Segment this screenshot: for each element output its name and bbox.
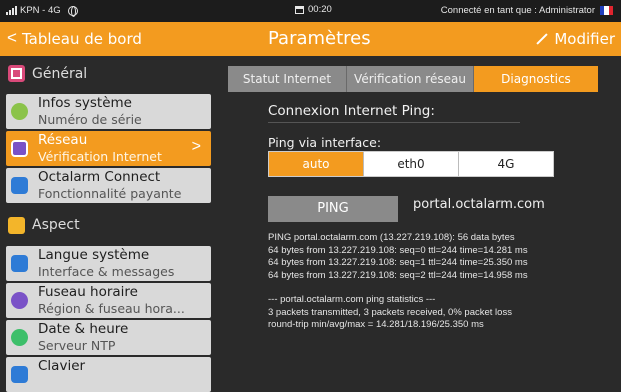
ping-section-title: Connexion Internet Ping: xyxy=(268,103,435,119)
output-line: round-trip min/avg/max = 14.281/18.196/2… xyxy=(268,319,484,330)
interface-option-auto[interactable]: auto xyxy=(269,152,363,176)
clock-time: 00:20 xyxy=(308,4,332,15)
language-icon xyxy=(11,255,28,272)
interface-option-4g[interactable]: 4G xyxy=(458,152,553,176)
back-button[interactable]: Tableau de bord xyxy=(22,30,142,48)
interface-option-eth0[interactable]: eth0 xyxy=(363,152,458,176)
item-title: Date & heure xyxy=(38,321,129,337)
item-title: Langue système xyxy=(38,247,150,263)
ping-output: PING portal.octalarm.com (13.227.219.108… xyxy=(268,232,528,332)
carrier-label: KPN - 4G xyxy=(20,5,61,16)
output-line: 3 packets transmitted, 3 packets receive… xyxy=(268,306,512,318)
ping-button[interactable]: PING xyxy=(268,196,398,222)
modify-label: Modifier xyxy=(554,30,615,48)
ping-interface-label: Ping via interface: xyxy=(268,135,382,150)
output-blank-line xyxy=(268,282,528,294)
calendar-icon xyxy=(295,5,304,14)
output-line: 64 bytes from 13.227.219.108: seq=2 ttl=… xyxy=(268,269,528,281)
sidebar-item-octalarm-connect[interactable]: Octalarm Connect Fonctionnalité payante xyxy=(6,168,211,203)
section-aspect: Aspect xyxy=(0,211,216,239)
globe-icon xyxy=(67,5,78,17)
item-title: Infos système xyxy=(38,95,132,111)
output-line: --- portal.octalarm.com ping statistics … xyxy=(268,294,436,305)
section-general-label: Général xyxy=(32,66,88,82)
item-subtitle: Région & fuseau hora... xyxy=(38,301,185,316)
tab-diagnostics[interactable]: Diagnostics xyxy=(474,66,598,92)
connected-user-text: Connecté en tant que : Administrator xyxy=(440,5,595,16)
tab-statut-internet[interactable]: Statut Internet xyxy=(228,66,347,92)
item-title: Réseau xyxy=(38,132,88,148)
output-line: PING portal.octalarm.com (13.227.219.108… xyxy=(268,232,515,243)
section-general: Général xyxy=(0,60,216,88)
info-icon xyxy=(11,103,28,120)
item-subtitle: Fonctionnalité payante xyxy=(38,186,182,201)
back-chevron-icon[interactable]: < xyxy=(7,29,17,47)
tab-verification-reseau[interactable]: Vérification réseau xyxy=(347,66,474,92)
item-title: Clavier xyxy=(38,358,86,374)
app-header: < Tableau de bord Paramètres Modifier xyxy=(0,22,621,56)
sidebar-item-clavier[interactable]: Clavier xyxy=(6,357,211,392)
section-aspect-label: Aspect xyxy=(32,217,80,233)
item-subtitle: Numéro de série xyxy=(38,112,142,127)
status-bar: KPN - 4G 00:20 Connecté en tant que : Ad… xyxy=(0,0,621,22)
sidebar-item-reseau[interactable]: Réseau Vérification Internet > xyxy=(6,131,211,166)
sidebar-item-infos-systeme[interactable]: Infos système Numéro de série xyxy=(6,94,211,129)
ping-host: portal.octalarm.com xyxy=(413,197,545,212)
connect-icon xyxy=(11,177,28,194)
sidebar-item-fuseau-horaire[interactable]: Fuseau horaire Région & fuseau hora... xyxy=(6,283,211,318)
chevron-right-icon: > xyxy=(191,138,201,155)
modify-button[interactable]: Modifier xyxy=(535,30,615,48)
output-line: 64 bytes from 13.227.219.108: seq=1 ttl=… xyxy=(268,257,528,268)
item-subtitle: Interface & messages xyxy=(38,264,175,279)
interface-selector: auto eth0 4G xyxy=(268,151,554,177)
french-flag-icon[interactable] xyxy=(600,6,613,15)
sidebar-item-date-heure[interactable]: Date & heure Serveur NTP xyxy=(6,320,211,355)
network-settings-panel: Statut Internet Vérification réseau Diag… xyxy=(216,56,621,370)
general-icon xyxy=(8,65,25,82)
signal-icon xyxy=(6,6,17,15)
item-title: Fuseau horaire xyxy=(38,284,138,300)
pencil-icon xyxy=(536,33,549,45)
clock-icon xyxy=(11,329,28,346)
aspect-icon xyxy=(8,217,25,234)
settings-sidebar: Général Infos système Numéro de série Ré… xyxy=(0,56,216,392)
item-subtitle: Serveur NTP xyxy=(38,338,116,353)
keyboard-icon xyxy=(11,366,28,383)
item-title: Octalarm Connect xyxy=(38,169,161,185)
network-icon xyxy=(11,140,28,157)
tab-bar: Statut Internet Vérification réseau Diag… xyxy=(228,66,598,92)
item-subtitle: Vérification Internet xyxy=(38,149,162,164)
output-line: 64 bytes from 13.227.219.108: seq=0 ttl=… xyxy=(268,244,528,256)
timezone-icon xyxy=(11,292,28,309)
divider xyxy=(268,122,520,123)
sidebar-item-langue-systeme[interactable]: Langue système Interface & messages xyxy=(6,246,211,281)
page-title: Paramètres xyxy=(268,28,371,49)
